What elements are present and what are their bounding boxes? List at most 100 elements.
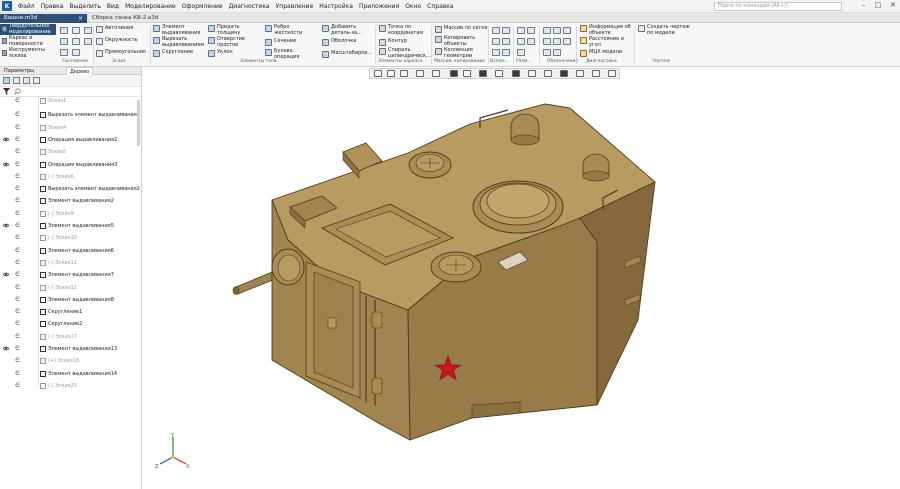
redo-icon[interactable] — [72, 49, 80, 56]
menu-diagnostics[interactable]: Диагностика — [226, 3, 273, 10]
tree-item[interactable]: ∈ Вырезать элемент выдавливания2 — [0, 183, 141, 195]
tree-item[interactable]: ∈ Элемент выдавливания14 — [0, 368, 141, 380]
tree-group-icon[interactable] — [33, 77, 40, 84]
perspective-icon[interactable] — [528, 70, 536, 77]
history-icon[interactable]: ∈ — [15, 259, 23, 266]
diameter-dim-icon[interactable] — [527, 38, 535, 45]
rib-button[interactable]: Ребро жесткости — [265, 24, 306, 36]
history-icon[interactable]: ∈ — [15, 185, 23, 192]
tree-item[interactable]: ∈ Скругление1 — [0, 306, 141, 318]
menu-file[interactable]: Файл — [15, 3, 38, 10]
tree-item[interactable]: ∈ (-) Эскиз25 — [0, 380, 141, 392]
history-icon[interactable]: ∈ — [15, 148, 23, 155]
menu-window[interactable]: Окно — [402, 3, 424, 10]
hole-button[interactable]: Отверстие простое — [208, 36, 253, 48]
open-icon[interactable] — [72, 27, 80, 34]
history-icon[interactable]: ∈ — [15, 210, 23, 217]
history-icon[interactable]: ∈ — [15, 124, 23, 131]
history-icon[interactable]: ∈ — [15, 333, 23, 340]
eye-icon[interactable] — [3, 162, 9, 167]
text-icon[interactable] — [563, 38, 571, 45]
history-icon[interactable]: ∈ — [15, 197, 23, 204]
mass-properties-button[interactable]: МЦХ модели — [580, 49, 622, 57]
command-search-input[interactable]: Поиск по командам (Alt+/) — [714, 2, 842, 11]
close-tab-icon[interactable]: × — [78, 14, 83, 23]
wireframe-display-icon[interactable] — [463, 70, 471, 77]
measure-icon[interactable] — [592, 70, 600, 77]
cut-extrude-button[interactable]: Вырезать выдавливанием — [153, 36, 204, 48]
eye-icon[interactable] — [3, 346, 9, 351]
tab-tree[interactable]: Дерево — [66, 67, 94, 75]
tree-structure-icon[interactable] — [13, 77, 20, 84]
history-icon[interactable]: ∈ — [15, 382, 23, 389]
roughness-icon[interactable] — [553, 27, 561, 34]
tree-item[interactable]: ∈ Эскиз1 — [0, 97, 141, 107]
menu-manage[interactable]: Управление — [273, 3, 317, 10]
history-icon[interactable]: ∈ — [15, 173, 23, 180]
tree-item[interactable]: ∈ Вырезать элемент выдавливания1 — [0, 109, 141, 121]
history-icon[interactable]: ∈ — [15, 308, 23, 315]
section-view-icon[interactable] — [495, 70, 503, 77]
plane-icon[interactable] — [492, 27, 500, 34]
paste-icon[interactable] — [84, 38, 92, 45]
scale-button[interactable]: Масштабиров... — [322, 50, 372, 58]
create-drawing-button[interactable]: Создать чертеж по модели — [638, 24, 695, 36]
menu-edit[interactable]: Правка — [38, 3, 67, 10]
tree-item[interactable]: ∈ Элемент выдавливания8 — [0, 294, 141, 306]
spiral-button[interactable]: Спираль цилиндрическ... — [379, 47, 431, 59]
extrude-button[interactable]: Элемент выдавливания — [153, 24, 204, 36]
lcs-icon[interactable] — [492, 49, 500, 56]
app-logo[interactable]: K — [2, 1, 12, 11]
rectangle-button[interactable]: Прямоугольник — [96, 49, 146, 57]
tree-item[interactable]: ∈ Элемент выдавливания5 — [0, 220, 141, 232]
history-icon[interactable]: ∈ — [15, 357, 23, 364]
history-icon[interactable]: ∈ — [15, 111, 23, 118]
eye-icon[interactable] — [3, 137, 9, 142]
tree-item[interactable]: ∈ (+) Эскиз18 — [0, 355, 141, 367]
copy-objects-button[interactable]: Копировать объекты — [435, 35, 480, 47]
weld-icon[interactable] — [553, 49, 561, 56]
tree-item[interactable]: ∈ Операция выдавливания3 — [0, 159, 141, 171]
eye-icon[interactable] — [3, 223, 9, 228]
search-icon[interactable] — [14, 88, 21, 95]
base-icon[interactable] — [563, 27, 571, 34]
tolerance-icon[interactable] — [543, 38, 551, 45]
menu-settings[interactable]: Настройка — [316, 3, 356, 10]
object-info-button[interactable]: Информация об объекте — [580, 24, 635, 36]
history-icon[interactable]: ∈ — [15, 247, 23, 254]
axis-edge-icon[interactable] — [502, 38, 510, 45]
circle-button[interactable]: Окружность — [96, 37, 138, 45]
contour-button[interactable]: Контур — [379, 38, 407, 46]
eye-icon[interactable] — [3, 272, 9, 277]
menu-modeling[interactable]: Моделирование — [122, 3, 179, 10]
print-icon[interactable] — [60, 38, 68, 45]
zoom-window-icon[interactable] — [387, 70, 395, 77]
menu-apps[interactable]: Приложения — [356, 3, 402, 10]
visibility-icon[interactable] — [479, 70, 487, 77]
arc-dim-icon[interactable] — [517, 49, 525, 56]
fillet-button[interactable]: Скругление — [153, 49, 193, 57]
point-button[interactable]: Точка по координатам — [379, 24, 428, 36]
history-icon[interactable]: ∈ — [15, 271, 23, 278]
marking-icon[interactable] — [553, 38, 561, 45]
shaded-display-icon[interactable] — [450, 70, 458, 77]
undo-icon[interactable] — [60, 49, 68, 56]
shell-button[interactable]: Оболочка — [322, 38, 356, 46]
history-icon[interactable]: ∈ — [15, 222, 23, 229]
history-icon[interactable]: ∈ — [15, 284, 23, 291]
history-icon[interactable]: ∈ — [15, 296, 23, 303]
orientation-icon[interactable] — [432, 70, 440, 77]
thicken-button[interactable]: Придать толщину — [208, 24, 253, 36]
geometry-collection-button[interactable]: Коллекция геометрии — [435, 47, 480, 59]
tab-assembly[interactable]: Сборка танка КВ-2.a3d — [88, 14, 208, 23]
mode-solid[interactable]: Твердотельное моделирование — [0, 23, 56, 35]
filter-icon[interactable] — [3, 88, 10, 95]
control-point-icon[interactable] — [502, 49, 510, 56]
autoline-button[interactable]: Автолиния — [96, 25, 133, 33]
tree-item[interactable]: ∈ Эскиз5 — [0, 146, 141, 158]
tree-item[interactable]: ∈ (-) Эскиз10 — [0, 232, 141, 244]
pan-icon[interactable] — [400, 70, 408, 77]
rotate-icon[interactable] — [416, 70, 424, 77]
history-icon[interactable]: ∈ — [15, 136, 23, 143]
axis-icon[interactable] — [502, 27, 510, 34]
